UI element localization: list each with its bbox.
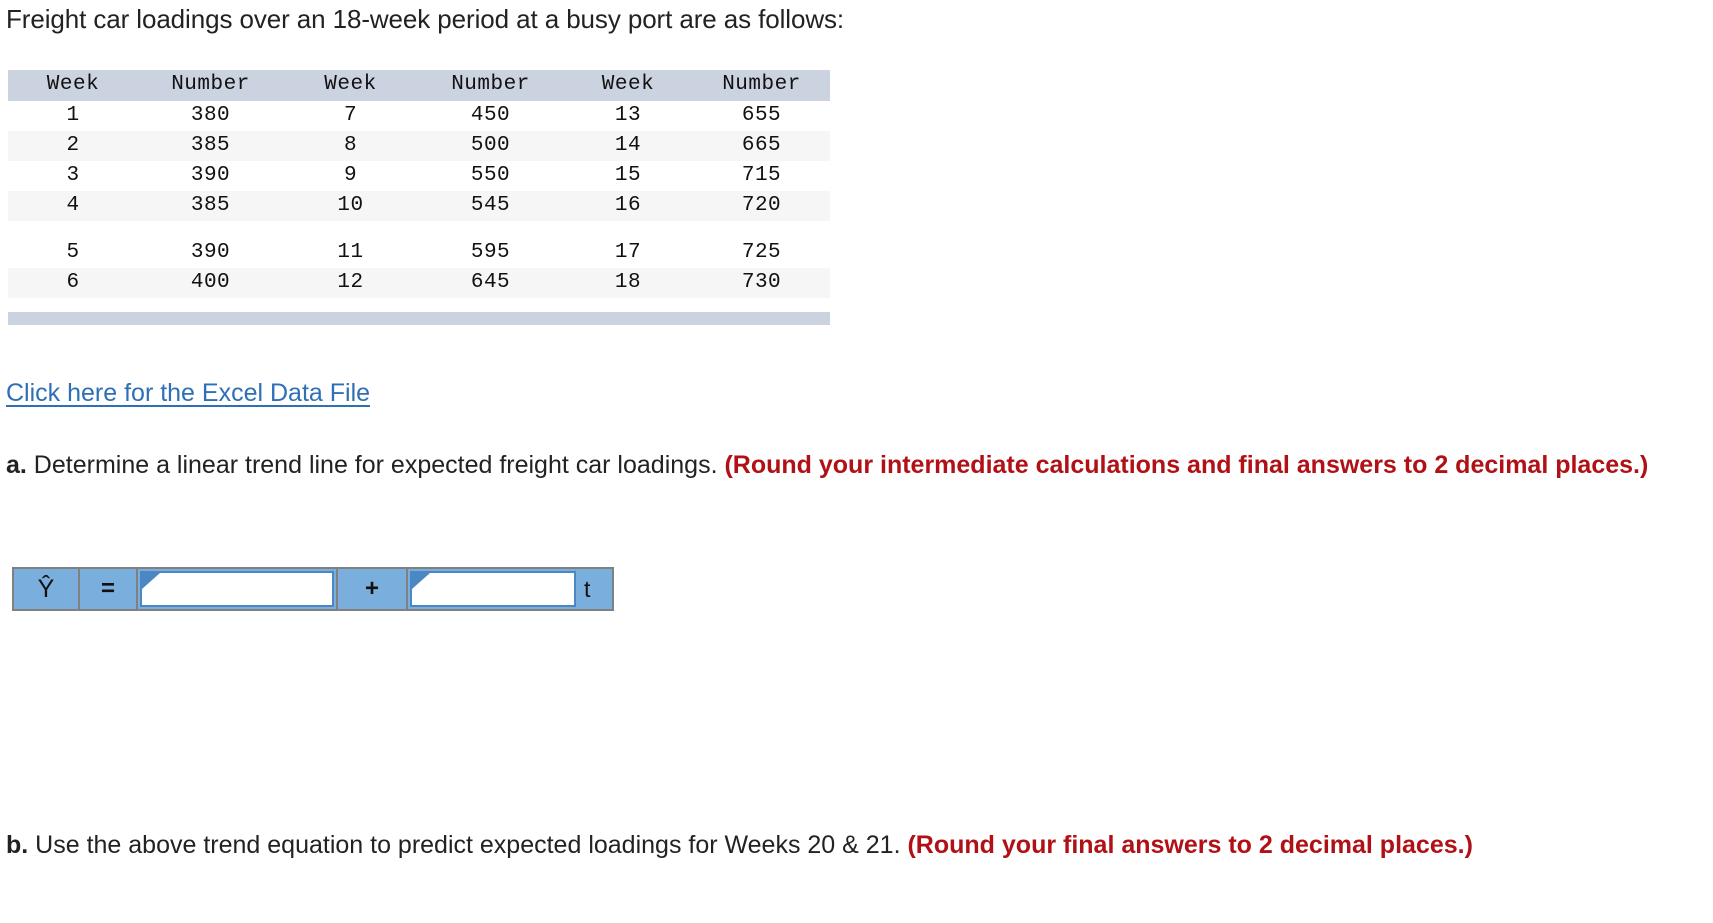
column-header-number-2: Number xyxy=(418,70,563,101)
plus-label: + xyxy=(336,569,408,609)
column-header-week-1: Week xyxy=(8,70,138,101)
t-variable-label: t xyxy=(578,569,612,609)
cell-number: 595 xyxy=(418,221,563,268)
cell-number: 400 xyxy=(138,268,283,298)
cell-number: 725 xyxy=(693,221,830,268)
cell-number: 645 xyxy=(418,268,563,298)
cell-number: 545 xyxy=(418,191,563,221)
cell-week: 3 xyxy=(8,161,138,191)
cell-week: 12 xyxy=(283,268,418,298)
cell-number: 720 xyxy=(693,191,830,221)
cell-week: 9 xyxy=(283,161,418,191)
question-a-marker: a. xyxy=(6,451,27,479)
intercept-input[interactable] xyxy=(142,573,332,605)
cell-week: 4 xyxy=(8,191,138,221)
intro-text: Freight car loadings over an 18-week per… xyxy=(6,4,845,34)
question-a-text: Determine a linear trend line for expect… xyxy=(26,451,725,479)
cell-number: 380 xyxy=(138,101,283,131)
cell-week: 15 xyxy=(563,161,693,191)
table-row: 5 390 11 595 17 725 xyxy=(8,221,830,268)
cell-week: 13 xyxy=(563,101,693,131)
cell-number: 385 xyxy=(138,131,283,161)
cell-number: 730 xyxy=(693,268,830,298)
cell-number: 655 xyxy=(693,101,830,131)
cell-week: 8 xyxy=(283,131,418,161)
table-footer-band xyxy=(8,312,830,325)
table-row: 1 380 7 450 13 655 xyxy=(8,101,830,131)
column-header-number-3: Number xyxy=(693,70,830,101)
cell-number: 550 xyxy=(418,161,563,191)
question-b-text: Use the above trend equation to predict … xyxy=(28,831,908,859)
cell-week: 16 xyxy=(563,191,693,221)
y-hat-label: Ŷ xyxy=(14,569,80,609)
intercept-input-wrapper[interactable] xyxy=(140,571,334,607)
question-b-marker: b. xyxy=(6,831,29,859)
table-head: Week Number Week Number Week Number xyxy=(8,70,830,101)
question-b: b. Use the above trend equation to predi… xyxy=(6,828,1712,862)
slope-input-wrapper[interactable] xyxy=(410,571,576,607)
cell-number: 385 xyxy=(138,191,283,221)
table-header-row: Week Number Week Number Week Number xyxy=(8,70,830,101)
column-header-week-3: Week xyxy=(563,70,693,101)
table-body: 1 380 7 450 13 655 2 385 8 500 14 665 3 xyxy=(8,101,830,298)
cell-week: 6 xyxy=(8,268,138,298)
table-row: 4 385 10 545 16 720 xyxy=(8,191,830,221)
freight-data-table-wrapper: Week Number Week Number Week Number 1 38… xyxy=(8,70,830,325)
table-row: 2 385 8 500 14 665 xyxy=(8,131,830,161)
question-a-note: (Round your intermediate calculations an… xyxy=(724,451,1649,479)
question-page: Freight car loadings over an 18-week per… xyxy=(0,0,1713,923)
cell-number: 500 xyxy=(418,131,563,161)
cell-week: 18 xyxy=(563,268,693,298)
question-b-note: (Round your final answers to 2 decimal p… xyxy=(907,831,1473,859)
column-header-week-2: Week xyxy=(283,70,418,101)
cell-number: 450 xyxy=(418,101,563,131)
equals-label: = xyxy=(80,569,138,609)
cell-week: 14 xyxy=(563,131,693,161)
table-row: 6 400 12 645 18 730 xyxy=(8,268,830,298)
cell-week: 11 xyxy=(283,221,418,268)
cell-number: 390 xyxy=(138,161,283,191)
excel-data-file-link[interactable]: Click here for the Excel Data File xyxy=(6,378,370,408)
slope-input[interactable] xyxy=(412,573,574,605)
cell-week: 17 xyxy=(563,221,693,268)
cell-number: 390 xyxy=(138,221,283,268)
column-header-number-1: Number xyxy=(138,70,283,101)
cell-week: 5 xyxy=(8,221,138,268)
cell-week: 2 xyxy=(8,131,138,161)
cell-number: 715 xyxy=(693,161,830,191)
question-a: a. Determine a linear trend line for exp… xyxy=(6,448,1706,482)
freight-data-table: Week Number Week Number Week Number 1 38… xyxy=(8,70,830,298)
table-row: 3 390 9 550 15 715 xyxy=(8,161,830,191)
cell-week: 10 xyxy=(283,191,418,221)
cell-week: 1 xyxy=(8,101,138,131)
cell-number: 665 xyxy=(693,131,830,161)
cell-week: 7 xyxy=(283,101,418,131)
trend-equation-answer-widget: Ŷ = + t xyxy=(12,567,614,611)
